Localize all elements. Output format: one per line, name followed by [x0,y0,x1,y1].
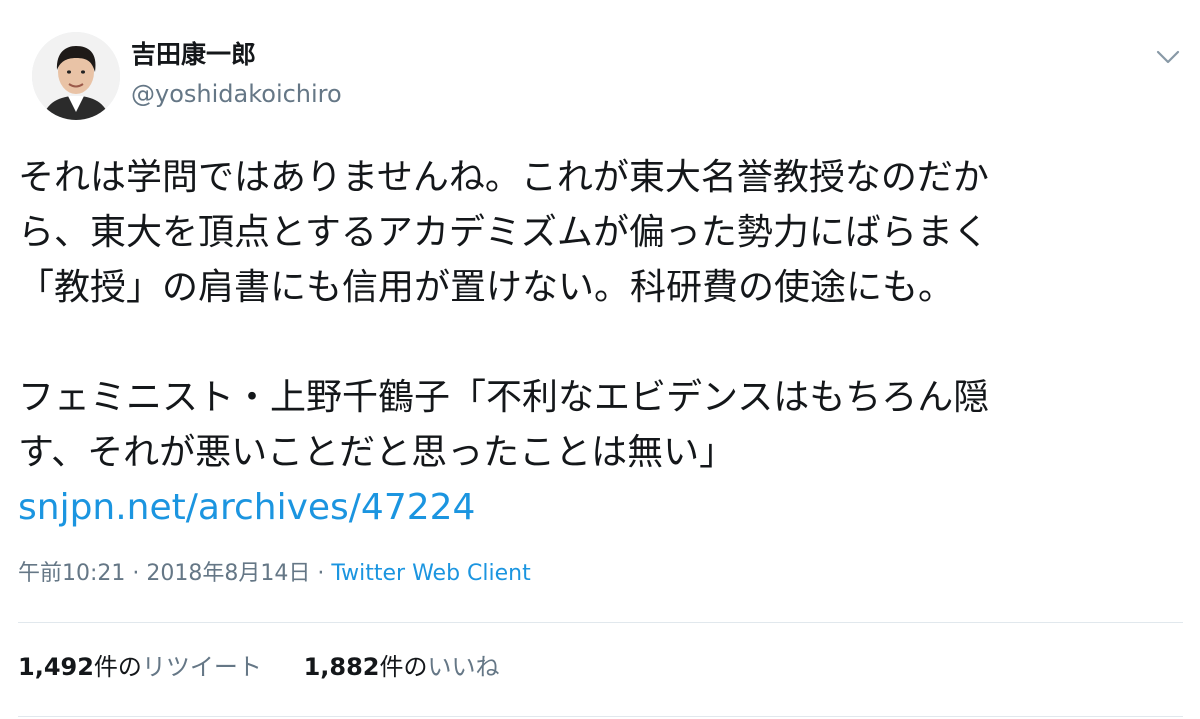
tweet-text: それは学問ではありませんね。これが東大名誉教授なのだか ら、東大を頂点とするアカ… [18,150,1168,535]
tweet-text-line: フェミニスト・上野千鶴子「不利なエビデンスはもちろん隠 [18,377,990,418]
author-block: 吉田康一郎 @yoshidakoichiro [131,38,342,111]
meta-separator: · [310,561,332,586]
retweet-count[interactable]: 1,492件のリツイート [18,650,262,684]
tweet-text-line: す、それが悪いことだと思ったことは無い」 [18,432,736,473]
divider [18,622,1183,623]
tweet-meta: 午前10:21 · 2018年8月14日 · Twitter Web Clien… [18,558,531,590]
tweet-date[interactable]: 2018年8月14日 [146,561,310,586]
avatar[interactable] [32,32,120,120]
like-count-unit: 件の [379,653,428,681]
like-count-number: 1,882 [303,653,380,681]
chevron-down-icon[interactable] [1153,42,1183,72]
retweet-count-unit: 件の [93,653,142,681]
tweet-text-line: 「教授」の肩書にも信用が置けない。科研費の使途にも。 [18,267,955,308]
tweet-source-link[interactable]: Twitter Web Client [331,561,530,586]
tweet-stats: 1,492件のリツイート 1,882件のいいね [18,650,533,684]
meta-separator: · [125,561,147,586]
like-count[interactable]: 1,882件のいいね [304,650,500,684]
tweet-text-line: ら、東大を頂点とするアカデミズムが偏った勢力にばらまく [18,212,989,253]
author-display-name[interactable]: 吉田康一郎 [131,38,342,72]
tweet-link[interactable]: snjpn.net/archives/47224 [18,487,475,528]
tweet-text-line: それは学問ではありませんね。これが東大名誉教授なのだか [18,157,989,198]
tweet-link-line: snjpn.net/archives/47224 [18,480,1168,535]
avatar-image [32,32,120,120]
retweet-count-label: リツイート [141,653,262,681]
author-handle[interactable]: @yoshidakoichiro [131,77,342,111]
tweet-card: 吉田康一郎 @yoshidakoichiro それは学問ではありませんね。これが… [0,0,1200,719]
divider [18,716,1183,717]
tweet-time[interactable]: 午前10:21 [18,561,125,586]
like-count-label: いいね [427,653,500,681]
tweet-header: 吉田康一郎 @yoshidakoichiro [18,26,1183,126]
retweet-count-number: 1,492 [18,653,94,681]
